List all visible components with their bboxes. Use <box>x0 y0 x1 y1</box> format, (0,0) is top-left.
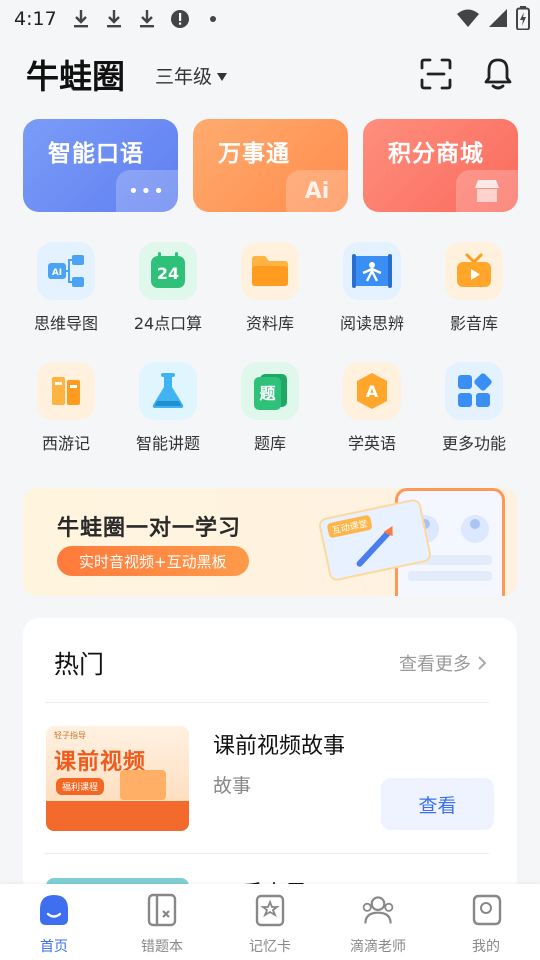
nav-label: 我的 <box>472 939 500 955</box>
grid-item-label: 西游记 <box>41 434 90 453</box>
book-stack-illustration <box>46 801 189 831</box>
books-icon <box>37 362 95 420</box>
feature-card-label: 积分商城 <box>388 141 484 167</box>
bell-icon <box>484 58 512 90</box>
item-title: 课前视频故事 <box>213 734 346 759</box>
grid-item-journey-west[interactable]: 西游记 <box>12 362 120 472</box>
nav-label: 记忆卡 <box>249 939 291 955</box>
nav-label: 错题本 <box>141 939 183 955</box>
grid-item-label: 更多功能 <box>441 434 506 453</box>
mind-map-icon: AI <box>37 242 95 300</box>
chevron-right-icon <box>478 656 487 670</box>
item-thumbnail[interactable]: 轻子指导 课前视频 福利课程 <box>46 726 189 831</box>
feature-card-speaking[interactable]: 智能口语 ••• <box>23 119 178 212</box>
nav-teachers[interactable]: 滴滴老师 <box>324 892 432 956</box>
reading-icon <box>343 242 401 300</box>
grid-item-label: 智能讲题 <box>135 434 200 453</box>
thumb-tag: 福利课程 <box>56 778 105 795</box>
banner-pill: 实时音视频+互动黑板 <box>57 546 249 576</box>
ai-icon: Ai <box>286 170 348 212</box>
memory-card-icon <box>252 892 288 928</box>
bottom-nav: 首页 错题本 记忆卡 滴滴老师 我的 <box>0 884 540 960</box>
home-icon <box>36 892 72 928</box>
divider <box>45 702 489 703</box>
more-apps-icon <box>445 362 503 420</box>
svg-text:AI: AI <box>52 268 62 278</box>
nav-label: 首页 <box>40 939 68 955</box>
video-icon <box>445 242 503 300</box>
grid-item-24-points[interactable]: 24 24点口算 <box>114 242 222 352</box>
grid-item-label: 资料库 <box>245 314 294 333</box>
svg-text:24: 24 <box>157 264 179 283</box>
dots-icon: ••• <box>116 170 178 212</box>
download-icon <box>137 8 157 30</box>
signal-icon <box>488 8 508 32</box>
mistake-book-icon <box>144 892 180 928</box>
grid-item-mind-map[interactable]: AI 思维导图 <box>12 242 120 352</box>
feature-card-label: 万事通 <box>218 141 290 167</box>
header: 牛蛙圈 三年级 <box>0 46 540 102</box>
flask-icon <box>139 362 197 420</box>
view-button[interactable]: 查看 <box>381 778 494 830</box>
nav-mistakes[interactable]: 错题本 <box>108 892 216 956</box>
grid-item-label: 学英语 <box>347 434 396 453</box>
grade-selector[interactable]: 三年级 <box>155 62 228 89</box>
grid-item-label: 思维导图 <box>33 314 98 333</box>
hot-section: 热门 查看更多 轻子指导 课前视频 福利课程 课前视频故事 故事 查看 手末界 <box>23 618 517 908</box>
feature-card-points-mall[interactable]: 积分商城 <box>363 119 518 212</box>
grid-item-label: 24点口算 <box>133 314 203 333</box>
grid-item-label: 影音库 <box>449 314 498 333</box>
nav-label: 滴滴老师 <box>350 939 406 955</box>
status-bar: 4:17 <box>0 0 540 38</box>
scan-icon <box>420 58 452 90</box>
section-title: 热门 <box>54 650 105 679</box>
divider <box>45 853 489 854</box>
laptop-illustration <box>120 770 166 800</box>
svg-text:A: A <box>366 382 379 401</box>
alert-icon <box>170 8 190 30</box>
view-more-label: 查看更多 <box>399 654 471 675</box>
question-bank-icon: 题 <box>241 362 299 420</box>
feature-card-wanshitong[interactable]: 万事通 Ai <box>193 119 348 212</box>
caret-down-icon <box>216 65 228 87</box>
grid-item-more[interactable]: 更多功能 <box>420 362 528 472</box>
grid-item-library[interactable]: 资料库 <box>216 242 324 352</box>
nav-mine[interactable]: 我的 <box>432 892 540 956</box>
grid-item-english[interactable]: A 学英语 <box>318 362 426 472</box>
thumb-brand: 轻子指导 <box>54 731 86 740</box>
scan-button[interactable] <box>418 56 454 92</box>
status-right <box>456 6 530 34</box>
svg-text:题: 题 <box>259 384 276 403</box>
battery-icon <box>516 6 530 34</box>
people-icon <box>360 892 396 928</box>
grid-item-smart-explain[interactable]: 智能讲题 <box>114 362 222 472</box>
nav-memory-cards[interactable]: 记忆卡 <box>216 892 324 956</box>
banner-title: 牛蛙圈一对一学习 <box>57 516 242 541</box>
view-more-link[interactable]: 查看更多 <box>399 650 487 676</box>
grid-item-question-bank[interactable]: 题 题库 <box>216 362 324 472</box>
grid-item-label: 题库 <box>253 434 286 453</box>
grid-item-label: 阅读思辨 <box>339 314 404 333</box>
nav-home[interactable]: 首页 <box>0 892 108 956</box>
folder-icon <box>241 242 299 300</box>
item-subtitle: 故事 <box>213 775 252 797</box>
status-time: 4:17 <box>14 8 57 30</box>
calc-24-icon: 24 <box>139 242 197 300</box>
shop-icon <box>456 170 518 212</box>
grade-label: 三年级 <box>155 66 213 88</box>
grid-item-reading[interactable]: 阅读思辨 <box>318 242 426 352</box>
english-icon: A <box>343 362 401 420</box>
app-title: 牛蛙圈 <box>26 57 125 96</box>
feature-card-label: 智能口语 <box>48 141 144 167</box>
promo-banner-1on1[interactable]: 牛蛙圈一对一学习 实时音视频+互动黑板 互动课堂 <box>23 488 517 596</box>
profile-icon <box>468 892 504 928</box>
download-icon <box>104 8 124 30</box>
dot-icon <box>203 8 223 30</box>
grid-item-video[interactable]: 影音库 <box>420 242 528 352</box>
wifi-icon <box>456 8 480 32</box>
notification-button[interactable] <box>480 54 516 92</box>
download-icon <box>71 8 91 30</box>
